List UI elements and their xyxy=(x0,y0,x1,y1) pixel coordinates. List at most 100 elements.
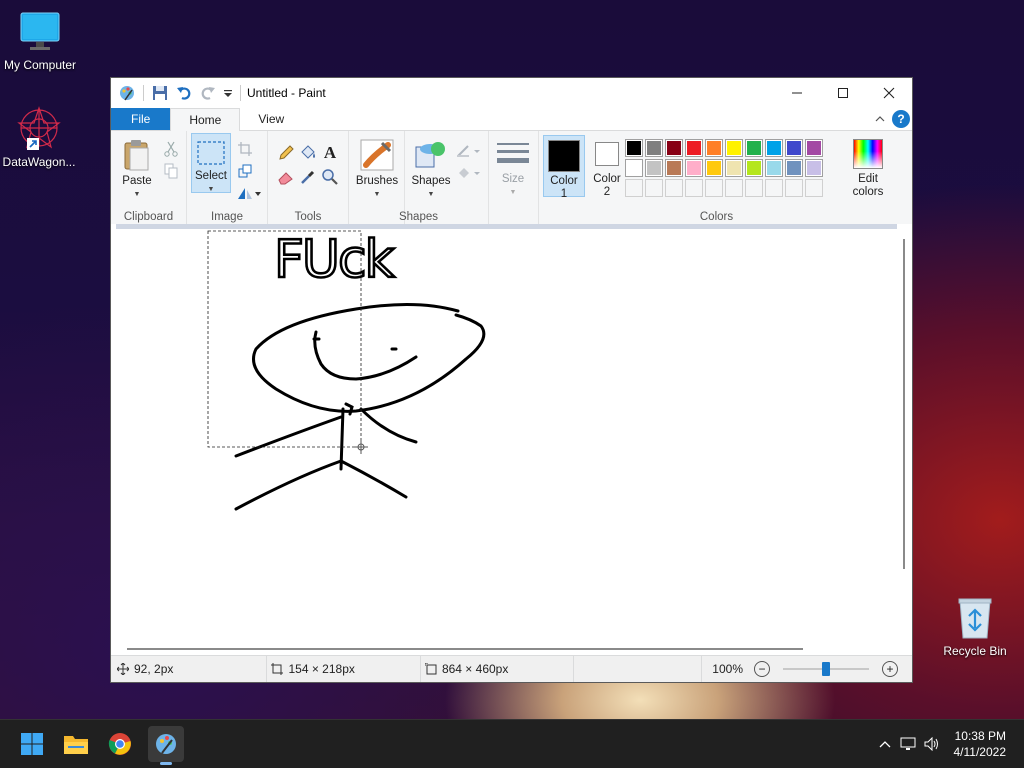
magnifier-icon[interactable] xyxy=(320,167,340,187)
outline-icon[interactable] xyxy=(455,141,483,161)
save-icon[interactable] xyxy=(150,83,170,103)
zoom-in-button[interactable]: + xyxy=(882,661,898,677)
palette-empty-swatch[interactable] xyxy=(745,179,763,197)
select-button[interactable]: Select ▼ xyxy=(191,133,231,193)
tab-file[interactable]: File xyxy=(111,108,171,130)
eraser-icon[interactable] xyxy=(276,167,296,187)
taskbar-paint[interactable] xyxy=(148,726,184,765)
palette-empty-swatch[interactable] xyxy=(625,179,643,197)
taskbar-file-explorer[interactable] xyxy=(60,728,92,760)
palette-swatch[interactable] xyxy=(805,159,823,177)
palette-swatch[interactable] xyxy=(625,139,643,157)
palette-swatch[interactable] xyxy=(725,159,743,177)
palette-swatch[interactable] xyxy=(685,159,703,177)
palette-empty-swatch[interactable] xyxy=(785,179,803,197)
clipboard-group: Paste ▼ Clipboard xyxy=(111,131,187,225)
palette-swatch[interactable] xyxy=(665,139,683,157)
palette-swatch[interactable] xyxy=(765,159,783,177)
palette-empty-swatch[interactable] xyxy=(665,179,683,197)
color2-swatch xyxy=(595,142,619,166)
customize-qat-icon[interactable] xyxy=(222,83,234,103)
minimize-ribbon-icon[interactable] xyxy=(874,113,886,127)
datawagon-logo-icon xyxy=(15,105,63,151)
help-button[interactable]: ? xyxy=(892,110,910,128)
palette-empty-swatch[interactable] xyxy=(805,179,823,197)
resize-icon[interactable] xyxy=(235,161,255,181)
shapes-group-label: Shapes xyxy=(398,211,438,223)
tab-home[interactable]: Home xyxy=(170,108,241,131)
palette-empty-swatch[interactable] xyxy=(725,179,743,197)
show-hidden-icons-button[interactable] xyxy=(874,740,896,748)
palette-swatch[interactable] xyxy=(765,139,783,157)
color2-button[interactable]: Color 2 xyxy=(587,139,627,199)
brushes-button[interactable]: Brushes ▼ xyxy=(355,139,399,201)
size-button[interactable]: Size ▼ xyxy=(495,141,531,199)
vertical-scrollbar[interactable] xyxy=(897,229,912,634)
palette-empty-swatch[interactable] xyxy=(645,179,663,197)
palette-swatch[interactable] xyxy=(745,159,763,177)
palette-swatch[interactable] xyxy=(805,139,823,157)
paint-icon xyxy=(156,734,176,754)
palette-swatch[interactable] xyxy=(785,159,803,177)
zoom-slider-thumb[interactable] xyxy=(822,662,830,676)
palette-swatch[interactable] xyxy=(745,139,763,157)
taskbar: 10:38 PM 4/11/2022 xyxy=(0,719,1024,768)
shapes-button[interactable]: Shapes ▼ xyxy=(409,139,453,201)
drawing-svg: FUck xyxy=(207,229,486,511)
palette-swatch[interactable] xyxy=(685,139,703,157)
palette-swatch[interactable] xyxy=(725,139,743,157)
scroll-thumb[interactable] xyxy=(127,648,803,650)
paint-app-icon[interactable] xyxy=(117,83,137,103)
desktop-icon-datawagon[interactable]: DataWagon... xyxy=(0,105,79,169)
palette-swatch[interactable] xyxy=(645,139,663,157)
color-picker-icon[interactable] xyxy=(298,167,318,187)
redo-icon[interactable] xyxy=(198,83,218,103)
image-group: Select ▼ Image xyxy=(187,131,268,225)
drawing-canvas[interactable]: FUck xyxy=(116,229,897,638)
pencil-icon[interactable] xyxy=(276,143,296,163)
text-tool-icon[interactable]: A xyxy=(320,143,340,163)
taskbar-chrome[interactable] xyxy=(104,728,136,760)
paste-label: Paste xyxy=(122,175,152,187)
palette-swatch[interactable] xyxy=(665,159,683,177)
zoom-slider[interactable] xyxy=(783,662,869,676)
paste-button[interactable]: Paste ▼ xyxy=(117,139,157,201)
fill-icon[interactable] xyxy=(298,143,318,163)
crop-icon[interactable] xyxy=(235,139,255,159)
palette-swatch[interactable] xyxy=(705,159,723,177)
close-button[interactable] xyxy=(866,78,912,108)
palette-swatch[interactable] xyxy=(705,139,723,157)
cut-icon[interactable] xyxy=(161,139,181,159)
palette-empty-swatch[interactable] xyxy=(765,179,783,197)
fill-shape-icon[interactable] xyxy=(455,163,483,183)
maximize-button[interactable] xyxy=(820,78,866,108)
tab-view[interactable]: View xyxy=(240,108,302,130)
edit-colors-button[interactable]: Edit colors xyxy=(845,139,891,199)
cursor-position-text: 92, 2px xyxy=(134,662,174,676)
network-icon[interactable] xyxy=(896,737,920,751)
desktop-icon-my-computer[interactable]: My Computer xyxy=(0,10,80,72)
title-bar: Untitled - Paint xyxy=(111,78,912,108)
palette-swatch[interactable] xyxy=(785,139,803,157)
start-button[interactable] xyxy=(16,728,48,760)
status-bar: 92, 2px 154 × 218px 864 × 460px 100% − + xyxy=(111,655,912,682)
palette-swatch[interactable] xyxy=(625,159,643,177)
tools-group: A Tools xyxy=(268,131,349,225)
copy-icon[interactable] xyxy=(161,161,181,181)
palette-swatch[interactable] xyxy=(645,159,663,177)
volume-icon[interactable] xyxy=(920,737,944,751)
undo-icon[interactable] xyxy=(174,83,194,103)
tools-group-label: Tools xyxy=(294,211,322,223)
zoom-out-button[interactable]: − xyxy=(754,661,770,677)
edit-colors-label-line1: Edit xyxy=(858,173,878,185)
scroll-thumb[interactable] xyxy=(903,239,905,569)
palette-empty-swatch[interactable] xyxy=(705,179,723,197)
horizontal-scrollbar[interactable] xyxy=(111,642,897,656)
rotate-icon[interactable] xyxy=(235,183,263,203)
palette-empty-swatch[interactable] xyxy=(685,179,703,197)
desktop-icon-recycle-bin[interactable]: Recycle Bin xyxy=(935,596,1015,658)
minimize-button[interactable] xyxy=(774,78,820,108)
clock[interactable]: 10:38 PM 4/11/2022 xyxy=(944,728,1024,760)
color1-button[interactable]: Color 1 xyxy=(543,135,585,200)
clock-time: 10:38 PM xyxy=(954,729,1006,743)
